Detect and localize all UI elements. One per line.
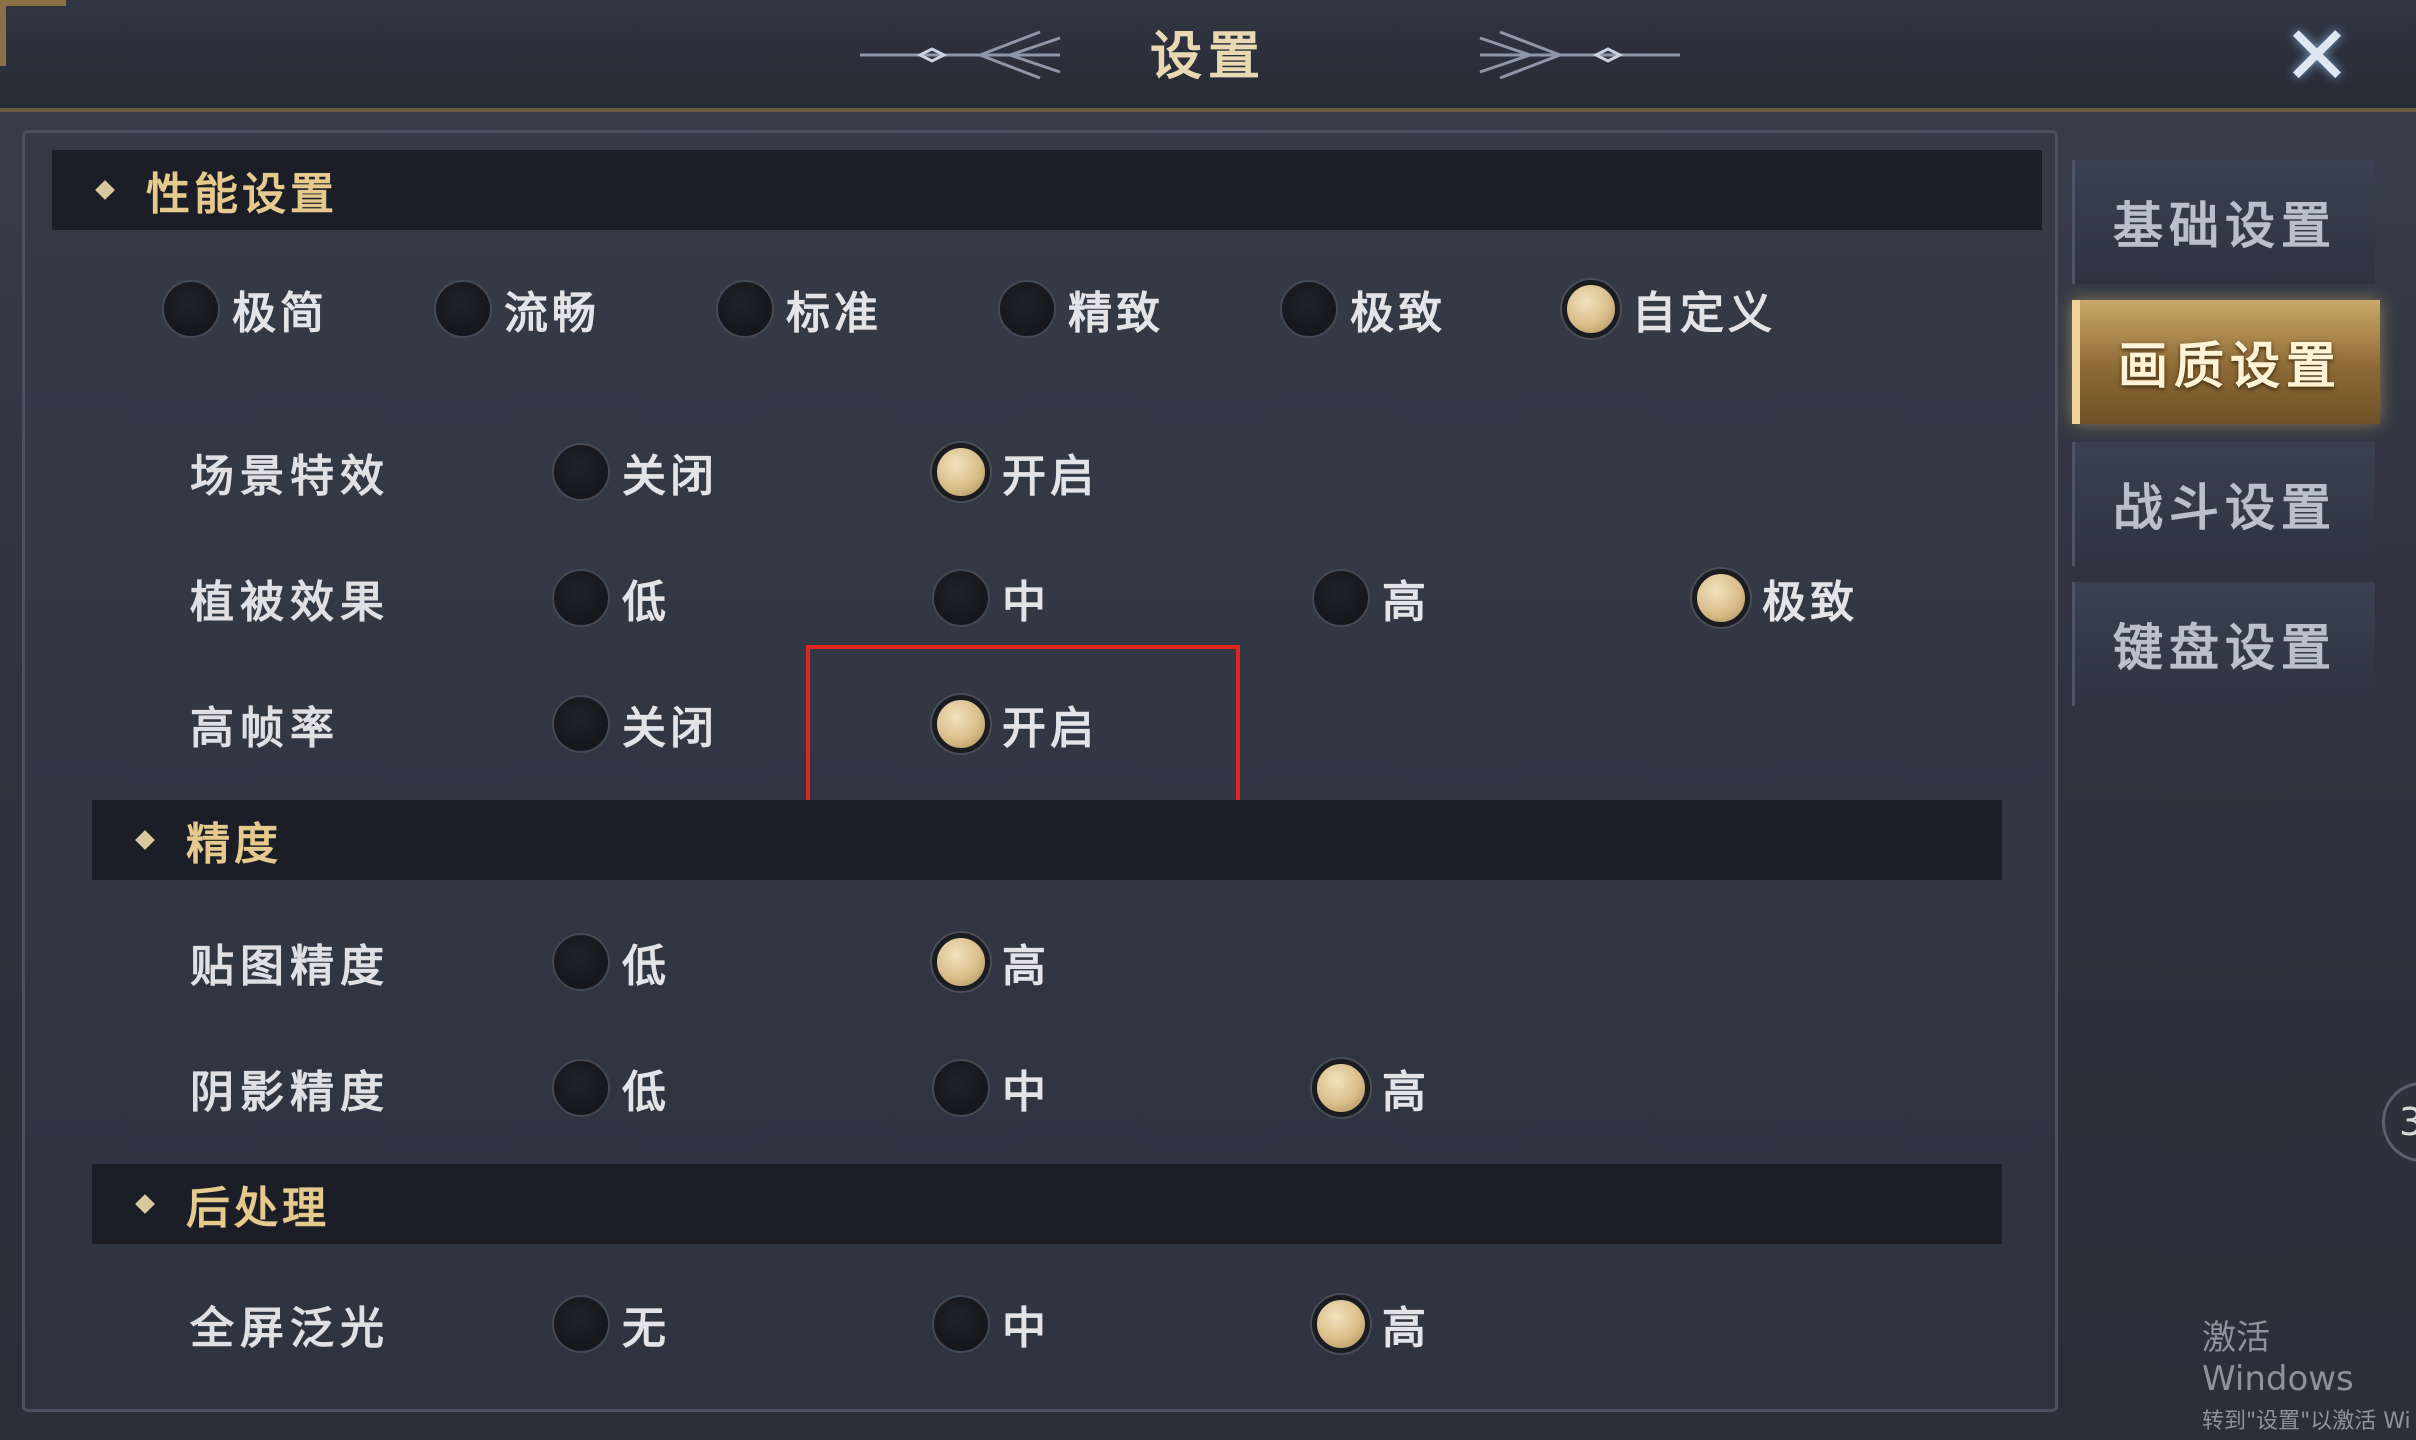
row-label-scene-effects: 场景特效 [190, 451, 390, 502]
radio-selected-icon[interactable] [1312, 1295, 1370, 1353]
tab-graphics-settings[interactable]: 画质设置 [2072, 300, 2380, 424]
close-icon[interactable]: ✕ [2272, 9, 2362, 104]
vegetation-medium[interactable]: 中 [932, 566, 1050, 630]
watermark-line-2: 转到"设置"以激活 Wi [2202, 1409, 2411, 1434]
texture-low[interactable]: 低 [552, 930, 670, 994]
radio-icon[interactable] [552, 695, 610, 753]
radio-selected-icon[interactable] [1312, 1059, 1370, 1117]
preset-option-custom[interactable]: 自定义 [1562, 277, 1776, 341]
radio-icon[interactable] [434, 280, 492, 338]
shadow-high[interactable]: 高 [1312, 1056, 1430, 1120]
windows-activation-watermark: 激活 Windows 转到"设置"以激活 Wi [2202, 1310, 2416, 1435]
row-label-texture-precision: 贴图精度 [190, 941, 390, 992]
settings-window: 设置 ✕ 基础设置 画质设置 战斗设置 键盘设置 性能设置 极简 流畅 标准 精… [0, 0, 2416, 1440]
preset-option-standard[interactable]: 标准 [716, 277, 882, 341]
bloom-high[interactable]: 高 [1312, 1292, 1430, 1356]
section-title: 性能设置 [146, 169, 338, 220]
watermark-line-1: 激活 Windows [2202, 1318, 2354, 1399]
radio-icon[interactable] [932, 1059, 990, 1117]
tab-keyboard-settings[interactable]: 键盘设置 [2072, 582, 2375, 706]
diamond-bullet-icon [135, 1194, 155, 1214]
vegetation-low[interactable]: 低 [552, 566, 670, 630]
row-label-high-fps: 高帧率 [190, 703, 340, 754]
row-label-vegetation: 植被效果 [190, 577, 390, 628]
radio-icon[interactable] [998, 280, 1056, 338]
high-fps-off[interactable]: 关闭 [552, 692, 718, 756]
radio-icon[interactable] [932, 569, 990, 627]
bloom-medium[interactable]: 中 [932, 1292, 1050, 1356]
section-header-postprocess: 后处理 [92, 1164, 2002, 1244]
section-header-precision: 精度 [92, 800, 2002, 880]
row-label-fullscreen-bloom: 全屏泛光 [190, 1303, 390, 1354]
preset-option-fine[interactable]: 精致 [998, 277, 1164, 341]
scene-effects-off[interactable]: 关闭 [552, 440, 718, 504]
shadow-low[interactable]: 低 [552, 1056, 670, 1120]
radio-icon[interactable] [552, 1295, 610, 1353]
radio-selected-icon[interactable] [932, 443, 990, 501]
radio-icon[interactable] [162, 280, 220, 338]
title-bar: 设置 ✕ [0, 0, 2416, 112]
radio-selected-icon[interactable] [1692, 569, 1750, 627]
radio-selected-icon[interactable] [932, 933, 990, 991]
vegetation-high[interactable]: 高 [1312, 566, 1430, 630]
texture-high[interactable]: 高 [932, 930, 1050, 994]
tab-basic-settings[interactable]: 基础设置 [2072, 160, 2375, 284]
diamond-bullet-icon [95, 180, 115, 200]
radio-icon[interactable] [552, 933, 610, 991]
preset-option-minimal[interactable]: 极简 [162, 277, 328, 341]
radio-icon[interactable] [716, 280, 774, 338]
section-header-performance: 性能设置 [52, 150, 2042, 230]
row-label-shadow-precision: 阴影精度 [190, 1067, 390, 1118]
radio-selected-icon[interactable] [1562, 280, 1620, 338]
radio-icon[interactable] [1280, 280, 1338, 338]
diamond-bullet-icon [135, 830, 155, 850]
bloom-none[interactable]: 无 [552, 1292, 670, 1356]
radio-icon[interactable] [1312, 569, 1370, 627]
scene-effects-on[interactable]: 开启 [932, 440, 1098, 504]
radio-icon[interactable] [932, 1295, 990, 1353]
vegetation-ultra[interactable]: 极致 [1692, 566, 1858, 630]
tab-combat-settings[interactable]: 战斗设置 [2072, 442, 2375, 566]
section-title: 后处理 [186, 1183, 330, 1234]
right-title-ornament [1479, 30, 1680, 80]
radio-icon[interactable] [552, 569, 610, 627]
radio-icon[interactable] [552, 443, 610, 501]
window-title: 设置 [1149, 26, 1266, 87]
preset-option-ultra[interactable]: 极致 [1280, 277, 1446, 341]
preset-option-smooth[interactable]: 流畅 [434, 277, 600, 341]
section-title: 精度 [186, 819, 282, 870]
radio-icon[interactable] [552, 1059, 610, 1117]
shadow-medium[interactable]: 中 [932, 1056, 1050, 1120]
side-page-badge[interactable]: 3 [2382, 1082, 2416, 1162]
